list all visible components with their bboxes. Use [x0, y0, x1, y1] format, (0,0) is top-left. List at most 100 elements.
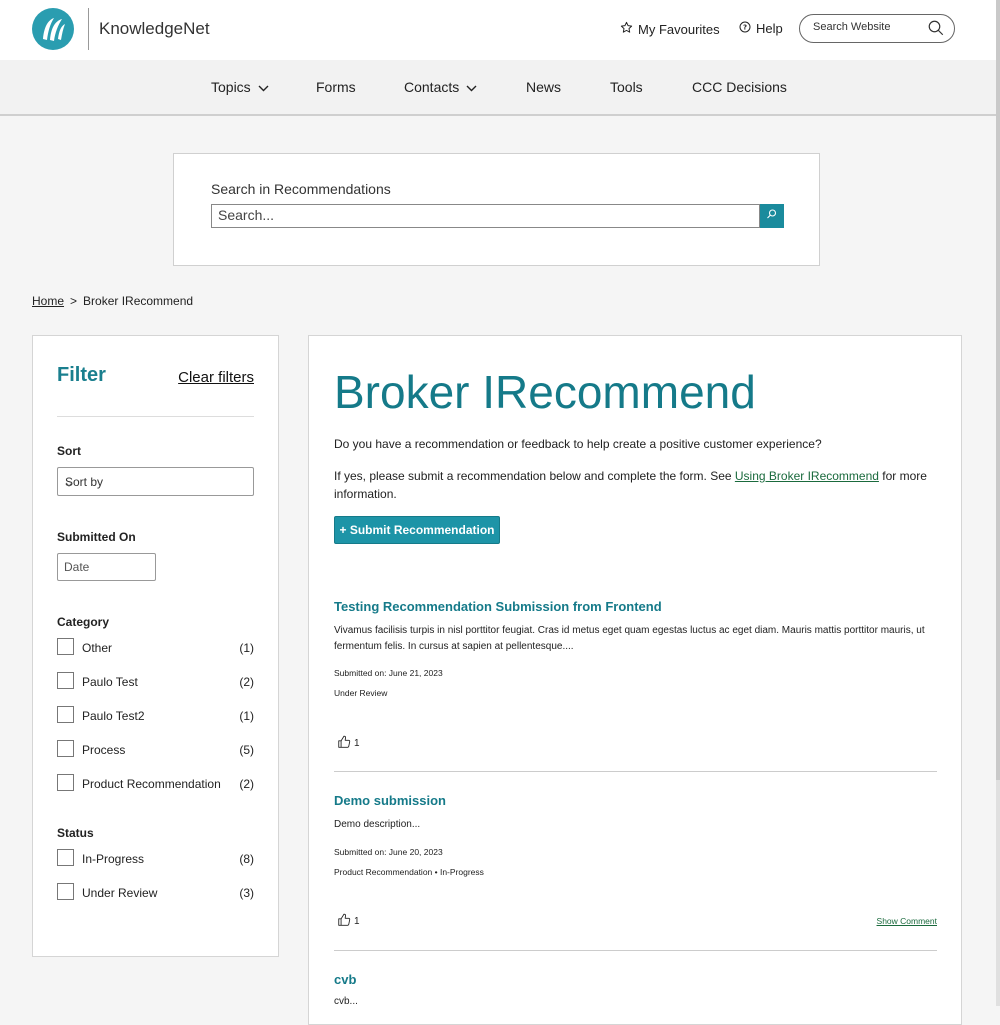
date-field[interactable] — [57, 553, 156, 581]
category-option-paulo-test[interactable]: Paulo Test (2) — [57, 672, 254, 692]
intro-text-before: If yes, please submit a recommendation b… — [334, 469, 735, 483]
status-count: (8) — [239, 852, 254, 866]
using-broker-irecommend-link[interactable]: Using Broker IRecommend — [735, 469, 879, 483]
recommendation-title[interactable]: Demo submission — [334, 793, 446, 808]
recommendation-tags: Under Review — [334, 688, 388, 698]
nav-ccc-decisions[interactable]: CCC Decisions — [692, 79, 787, 95]
breadcrumb-separator: > — [70, 294, 78, 308]
sort-select[interactable]: Sort by — [57, 467, 254, 496]
recommendation-search-button[interactable] — [760, 204, 784, 228]
intro-question: Do you have a recommendation or feedback… — [334, 437, 822, 451]
filter-panel: Filter Clear filters Sort Sort by Submit… — [32, 335, 279, 957]
nav-contacts[interactable]: Contacts — [404, 79, 477, 95]
nav-tools-label: Tools — [610, 79, 643, 95]
category-label: Process — [82, 743, 126, 757]
status-count: (3) — [239, 886, 254, 900]
nav-ccc-decisions-label: CCC Decisions — [692, 79, 787, 95]
chevron-down-icon — [258, 79, 269, 95]
category-count: (5) — [239, 743, 254, 757]
help-link[interactable]: ? Help — [739, 21, 783, 36]
my-favourites-label: My Favourites — [638, 21, 720, 37]
like-count: 1 — [354, 916, 360, 927]
breadcrumb-current: Broker IRecommend — [83, 294, 194, 308]
recommendation-description: Demo description... — [334, 819, 421, 830]
submitted-on-heading: Submitted On — [57, 530, 136, 544]
help-label: Help — [756, 21, 783, 36]
category-option-paulo-test2[interactable]: Paulo Test2 (1) — [57, 706, 254, 726]
star-icon — [620, 21, 633, 37]
submit-recommendation-button[interactable]: + Submit Recommendation — [334, 516, 500, 544]
category-label: Paulo Test2 — [82, 709, 145, 723]
site-search-input[interactable] — [813, 21, 923, 33]
filter-title: Filter — [57, 364, 106, 386]
brand-name[interactable]: KnowledgeNet — [99, 19, 210, 39]
status-option-under-review[interactable]: Under Review (3) — [57, 883, 254, 903]
search-icon — [766, 207, 778, 225]
status-option-in-progress[interactable]: In-Progress (8) — [57, 849, 254, 869]
nav-news-label: News — [526, 79, 562, 95]
thumbs-up-icon — [337, 735, 351, 752]
show-comment-link[interactable]: Show Comment — [877, 916, 937, 926]
main-content: Broker IRecommend Do you have a recommen… — [308, 335, 962, 1025]
checkbox[interactable] — [57, 706, 74, 723]
recommendation-divider — [334, 950, 937, 951]
category-label: Paulo Test — [82, 675, 138, 689]
page-title: Broker IRecommend — [334, 366, 756, 418]
nav-news[interactable]: News — [526, 79, 561, 95]
brand-divider — [88, 8, 89, 50]
recommendation-description: Vivamus facilisis turpis in nisl porttit… — [334, 625, 925, 652]
checkbox[interactable] — [57, 638, 74, 655]
nav-contacts-label: Contacts — [404, 79, 460, 95]
intro-instructions: If yes, please submit a recommendation b… — [334, 467, 934, 503]
like-button[interactable]: 1 — [337, 735, 360, 752]
nav-tools[interactable]: Tools — [610, 79, 643, 95]
knowledgenet-logo-icon[interactable] — [32, 8, 74, 50]
status-label: In-Progress — [82, 852, 145, 866]
main-nav: Topics Forms Contacts News Tools CCC Dec… — [0, 60, 996, 116]
category-option-process[interactable]: Process (5) — [57, 740, 254, 760]
recommendation-description: cvb... — [334, 996, 358, 1007]
recommendation-title[interactable]: Testing Recommendation Submission from F… — [334, 599, 662, 614]
recommendation-submitted-date: Submitted on: June 21, 2023 — [334, 668, 443, 678]
checkbox[interactable] — [57, 883, 74, 900]
recommendation-divider — [334, 771, 937, 772]
like-count: 1 — [354, 738, 360, 749]
recommendation-search-label: Search in Recommendations — [211, 181, 391, 197]
nav-forms-label: Forms — [316, 79, 356, 95]
scrollbar-thumb[interactable] — [996, 0, 1000, 780]
checkbox[interactable] — [57, 774, 74, 791]
category-count: (2) — [239, 675, 254, 689]
site-header: KnowledgeNet My Favourites ? Help — [0, 0, 996, 60]
like-button[interactable]: 1 — [337, 913, 360, 930]
category-count: (2) — [239, 777, 254, 791]
category-label: Other — [82, 641, 113, 655]
recommendation-tags: Product Recommendation • In-Progress — [334, 867, 484, 877]
site-search-box[interactable] — [799, 14, 955, 43]
breadcrumb-home[interactable]: Home — [32, 294, 64, 308]
nav-topics[interactable]: Topics — [211, 79, 269, 95]
sort-heading: Sort — [57, 444, 81, 458]
category-heading: Category — [57, 615, 110, 629]
chevron-down-icon — [466, 79, 477, 95]
breadcrumb: Home > Broker IRecommend — [32, 294, 193, 308]
recommendation-submitted-date: Submitted on: June 20, 2023 — [334, 847, 443, 857]
category-count: (1) — [239, 709, 254, 723]
my-favourites-link[interactable]: My Favourites — [620, 21, 720, 37]
recommendation-search-input[interactable] — [218, 207, 738, 223]
recommendation-title[interactable]: cvb — [334, 972, 356, 987]
nav-forms[interactable]: Forms — [316, 79, 356, 95]
category-count: (1) — [239, 641, 254, 655]
checkbox[interactable] — [57, 740, 74, 757]
checkbox[interactable] — [57, 672, 74, 689]
category-option-product-recommendation[interactable]: Product Recommendation (2) — [57, 774, 254, 794]
clear-filters-link[interactable]: Clear filters — [178, 369, 254, 386]
category-option-other[interactable]: Other (1) — [57, 638, 254, 658]
page-scrollbar[interactable] — [996, 0, 1000, 1006]
nav-topics-label: Topics — [211, 79, 251, 95]
chevron-down-icon — [65, 477, 248, 491]
checkbox[interactable] — [57, 849, 74, 866]
recommendation-search-field[interactable] — [211, 204, 760, 228]
date-input[interactable] — [64, 560, 149, 574]
search-icon[interactable] — [927, 19, 945, 42]
status-heading: Status — [57, 826, 94, 840]
